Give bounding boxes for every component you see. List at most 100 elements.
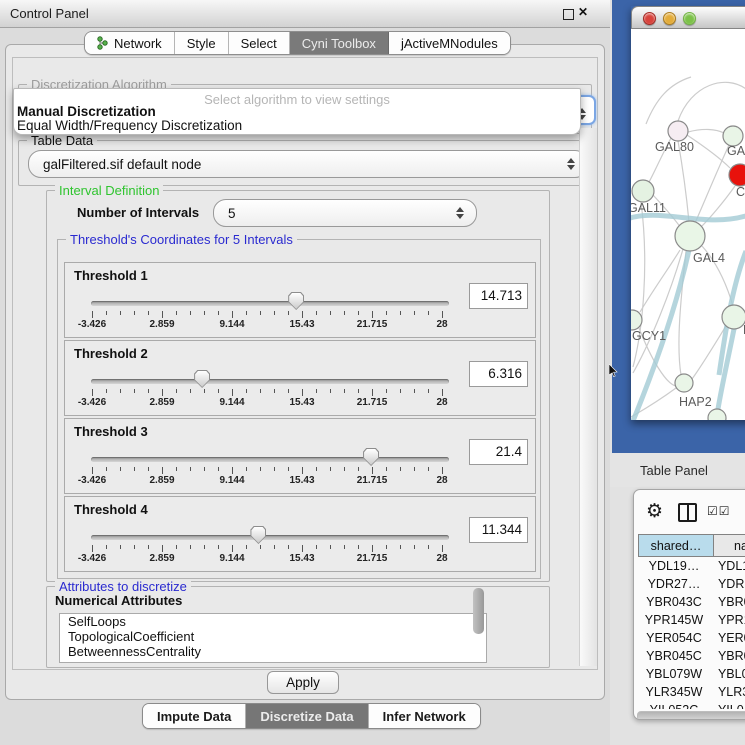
tab-style[interactable]: Style [175,32,229,54]
slider-tick [274,545,275,549]
network-canvas[interactable]: GAL80GACGAL11GAL4GCY1HHAP2 [631,29,745,420]
slider-tick [288,467,289,471]
network-node[interactable] [723,126,743,146]
table-header-row: shared… na [638,534,745,557]
table-row[interactable]: YBL079WYBL0 [638,665,745,683]
slider-tick [372,545,373,552]
network-node[interactable] [675,374,693,392]
panel-title: Control Panel [10,6,89,21]
stepper-icon [563,151,579,177]
slider-tick [428,311,429,315]
slider-thumb[interactable] [288,292,304,310]
float-window-icon[interactable] [563,9,574,20]
tab-jactivemnodules[interactable]: jActiveMNodules [389,32,510,54]
network-node-label: GA [727,144,745,158]
network-window-titlebar[interactable] [631,6,745,29]
thresholds-group: Threshold's Coordinates for 5 Intervals … [57,239,541,579]
tab-network[interactable]: Network [85,32,175,54]
network-node[interactable] [675,221,705,251]
slider-tick [358,545,359,549]
slider-track[interactable] [91,535,449,540]
network-node[interactable] [708,409,726,420]
close-icon[interactable]: ✕ [578,5,588,19]
slider-thumb[interactable] [363,448,379,466]
tab-cyni-toolbox[interactable]: Cyni Toolbox [290,32,389,54]
numerical-attributes-label: Numerical Attributes [55,593,182,608]
network-edge[interactable] [695,145,729,223]
network-node[interactable] [668,121,688,141]
attributes-list-scrollbar[interactable] [473,588,484,634]
slider-tick [162,311,163,318]
tab-select[interactable]: Select [229,32,290,54]
slider-track[interactable] [91,457,449,462]
threshold-value-field[interactable]: 14.713 [469,283,528,309]
slider-tick [134,311,135,315]
algorithm-dropdown-popup: Select algorithm to view settings Manual… [13,88,581,135]
slider-tick [134,467,135,471]
slider-track[interactable] [91,301,449,306]
slider-tick-label: 15.43 [282,319,322,330]
table-hscrollbar-thumb[interactable] [637,711,745,720]
slider-tick [106,389,107,393]
slider-track[interactable] [91,379,449,384]
attribute-list-item[interactable]: SelfLoops [60,614,486,629]
checkboxes-icon[interactable]: ☑☑ [707,504,731,518]
threshold-value-field[interactable]: 11.344 [469,517,528,543]
table-row[interactable]: YBR045CYBR0 [638,647,745,665]
popup-item-equal-width-frequency[interactable]: Equal Width/Frequency Discretization [17,118,242,133]
zoom-traffic-light-icon[interactable] [683,12,696,25]
column-header-shared-name[interactable]: shared… [638,534,714,557]
tab-infer-network[interactable]: Infer Network [369,704,480,728]
slider-tick-label: -3.426 [72,319,112,330]
slider-tick [288,311,289,315]
attribute-list-item[interactable]: TopologicalCoefficient [60,629,486,644]
slider-tick [218,545,219,549]
attribute-list-item[interactable]: BetweennessCentrality [60,644,486,659]
threshold-value-field[interactable]: 21.4 [469,439,528,465]
slider-thumb[interactable] [250,526,266,544]
slider-tick [246,467,247,471]
network-edge[interactable] [678,82,745,121]
slider-tick [148,389,149,393]
slider-tick [400,389,401,393]
table-row[interactable]: YIL052CYIL0 [638,701,745,709]
gear-icon[interactable]: ⚙ [646,500,663,522]
table-data-combo[interactable]: galFiltered.sif default node [28,150,588,178]
network-node[interactable] [722,305,745,329]
slider-tick [400,311,401,315]
network-node[interactable] [632,180,654,202]
cell-name: YDR2 [710,575,745,593]
columns-icon[interactable] [678,503,697,522]
network-edge[interactable] [688,129,724,133]
table-row[interactable]: YER054CYER0 [638,629,745,647]
close-traffic-light-icon[interactable] [643,12,656,25]
table-row[interactable]: YPR145WYPR1 [638,611,745,629]
tab-discretize-data[interactable]: Discretize Data [246,704,368,728]
network-edge-highlighted[interactable] [631,215,745,220]
network-edge[interactable] [646,77,691,124]
network-node[interactable] [729,164,745,186]
numerical-attributes-list[interactable]: SelfLoopsTopologicalCoefficientBetweenne… [59,613,487,663]
number-of-intervals-combo[interactable]: 5 [213,199,477,227]
table-panel-title: Table Panel [640,463,708,478]
content-scrollbar-track[interactable] [579,128,597,666]
slider-tick [274,311,275,315]
slider-tick [316,467,317,471]
apply-button[interactable]: Apply [267,671,339,694]
threshold-label: Threshold 3 [74,424,148,439]
slider-tick [400,545,401,549]
cell-name: YBL0 [710,665,745,683]
table-row[interactable]: YLR345WYLR3 [638,683,745,701]
slider-tick [414,311,415,315]
tab-impute-data[interactable]: Impute Data [143,704,246,728]
table-row[interactable]: YDR27…YDR2 [638,575,745,593]
network-node-label: C [736,185,745,199]
slider-tick [92,467,93,474]
table-row[interactable]: YBR043CYBR0 [638,593,745,611]
minimize-traffic-light-icon[interactable] [663,12,676,25]
column-header-name[interactable]: na [714,534,745,557]
slider-thumb[interactable] [194,370,210,388]
table-row[interactable]: YDL19…YDL1 [638,557,745,575]
popup-item-manual-discretization[interactable]: Manual Discretization [17,104,156,119]
threshold-value-field[interactable]: 6.316 [469,361,528,387]
